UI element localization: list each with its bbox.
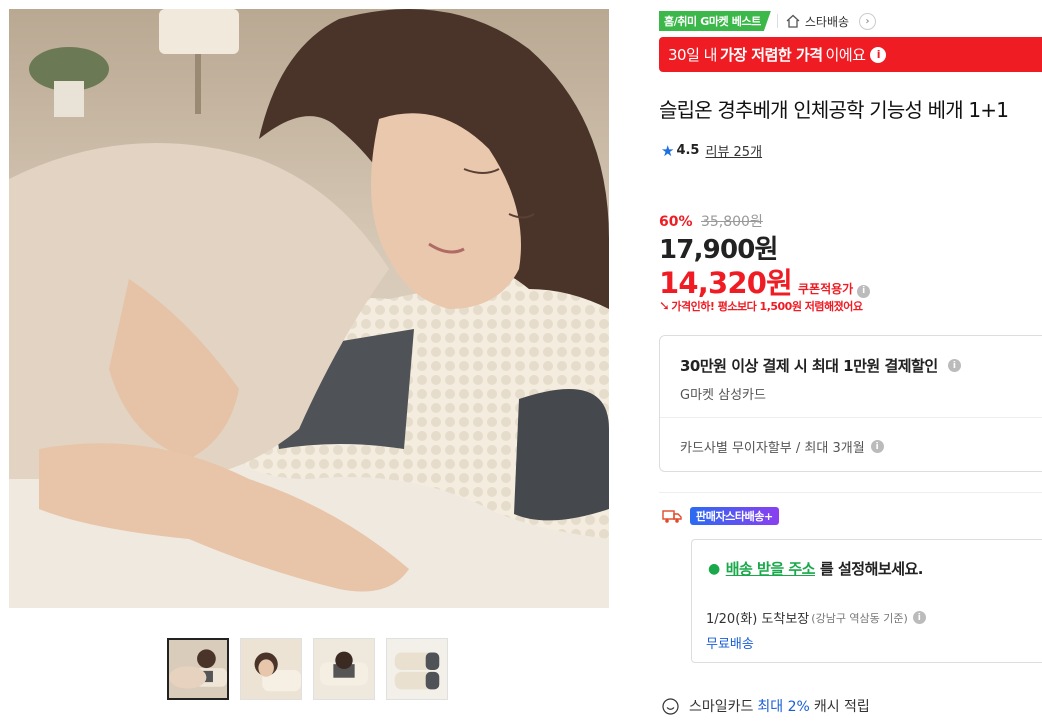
banner-highlight: 가장 저렴한 가격 [719,46,823,64]
cashback-rate: 최대 2% [757,699,810,715]
price-drop-notice: ➘ 가격인하! 평소보다 1,500원 저렴해졌어요 [659,298,863,314]
address-prompt-text: 를 설정해보세요. [819,560,924,578]
star-icon: ★ [661,141,675,160]
product-info-panel: 홈/취미 G마켓 베스트 스타배송 › 30일 내 가장 저렴한 가격 이에요 … [659,0,1042,723]
seller-star-delivery-badge: 판매자스타배송+ [690,507,779,525]
badge-row: 홈/취미 G마켓 베스트 스타배송 › [659,11,877,31]
thumbnail-4[interactable] [386,638,448,700]
truck-icon [662,510,682,523]
smile-icon [662,697,679,715]
coupon-price-row: 14,320원 쿠폰적용가 i [659,260,871,302]
product-main-image [9,9,609,608]
cashback-suffix: 캐시 적립 [813,699,870,715]
shipping-fee: 무료배송 [706,637,754,652]
delivery-address-box: ● 배송 받을 주소 를 설정해보세요. 1/20(화) 도착보장 (강남구 역… [691,539,1042,663]
info-icon[interactable]: i [857,284,871,298]
installment-text: 카드사별 무이자할부 / 최대 3개월 [680,441,865,456]
product-photo-illustration [9,9,609,608]
thumbnail-3[interactable] [313,638,375,700]
rating-score: 4.5 [676,143,700,158]
cashback-row: 스마일카드 최대 2% 캐시 적립 [662,696,870,716]
card-benefit-headline: 30만원 이상 결제 시 최대 1만원 결제할인 [680,357,938,375]
banner-prefix: 30일 내 [668,46,717,64]
review-link[interactable]: 리뷰 25개 [705,141,762,160]
rating-row: ★ 4.5 리뷰 25개 [661,141,762,161]
badge-divider [776,14,778,28]
thumbnail-strip [167,638,448,700]
eta-row: 1/20(화) 도착보장 (강남구 역삼동 기준) i [706,608,926,627]
installment-row[interactable]: 카드사별 무이자할부 / 최대 3개월 i [680,437,884,456]
star-delivery-link[interactable]: 스타배송 › [785,12,877,30]
thumbnail-2[interactable] [240,638,302,700]
home-icon [786,14,800,28]
location-pin-icon: ● [708,560,720,577]
star-delivery-label: 스타배송 [804,14,850,29]
original-price: 35,800원 [700,214,763,230]
best-badge[interactable]: 홈/취미 G마켓 베스트 [659,11,771,31]
thumbnail-1[interactable] [167,638,229,700]
coupon-price: 14,320원 [659,266,793,300]
address-setting-link[interactable]: 배송 받을 주소 [726,558,816,579]
card-name: G마켓 삼성카드 [680,388,766,403]
product-title: 슬립온 경추베개 인체공학 기능성 베개 1+1 [659,98,1009,122]
card-benefit-box: 30만원 이상 결제 시 최대 1만원 결제할인 i G마켓 삼성카드 카드사별… [659,335,1042,472]
info-icon[interactable]: i [947,359,961,372]
divider [660,417,1042,418]
eta-basis: (강남구 역삼동 기준) [811,611,908,625]
info-icon[interactable]: i [912,611,926,624]
shipping-row: 판매자스타배송+ [662,507,779,525]
address-prompt: ● 배송 받을 주소 를 설정해보세요. [708,558,924,579]
divider [659,492,1042,493]
arrow-down-icon: ➘ [659,298,670,314]
info-icon[interactable]: i [870,46,887,63]
discount-rate: 60% [659,214,693,230]
card-benefit-headline-row[interactable]: 30만원 이상 결제 시 최대 1만원 결제할인 i [680,355,961,376]
price-drop-text: 가격인하! 평소보다 1,500원 저렴해졌어요 [671,300,863,313]
info-icon[interactable]: i [870,440,884,453]
lowest-price-banner: 30일 내 가장 저렴한 가격 이에요 i [659,37,1042,72]
discount-row: 60% 35,800원 [659,211,763,231]
eta-date: 1/20(화) 도착보장 [706,612,810,627]
banner-suffix: 이에요 [825,46,866,64]
coupon-label: 쿠폰적용가 [798,282,854,296]
cashback-prefix: 스마일카드 [689,699,754,715]
chevron-right-icon: › [859,12,877,30]
